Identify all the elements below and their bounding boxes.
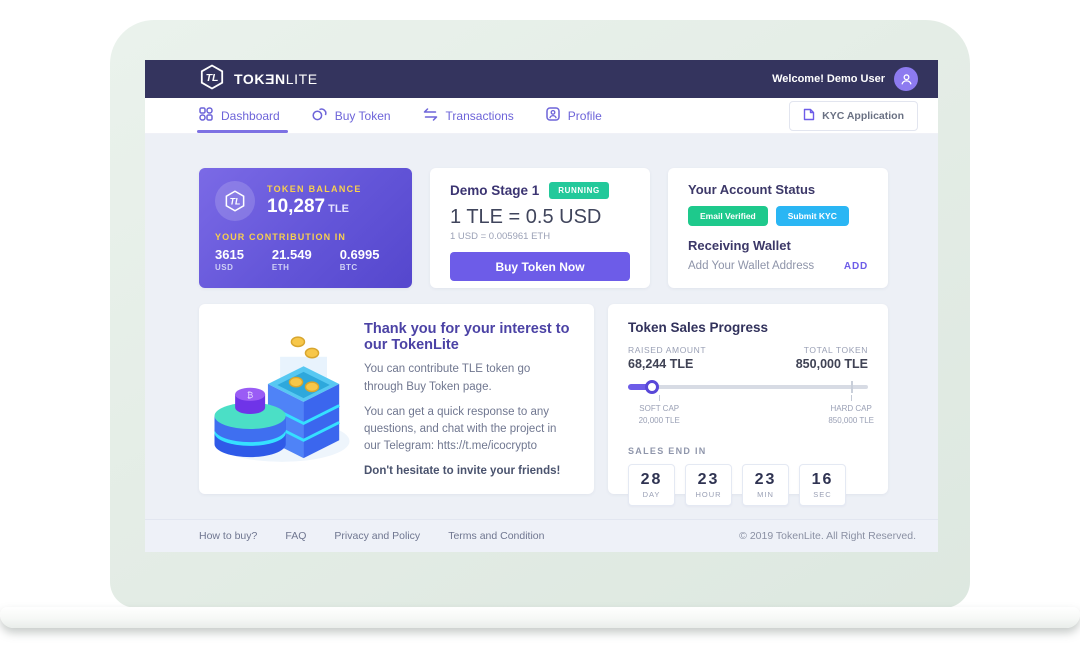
- raised-amount: RAISED AMOUNT 68,244 TLE: [628, 345, 706, 371]
- contribution-btc: 0.6995 BTC: [340, 247, 380, 272]
- hard-cap-track-tick: [851, 381, 853, 393]
- countdown-seconds: 16 SEC: [799, 464, 846, 506]
- stage-title: Demo Stage 1: [450, 183, 539, 198]
- receiving-wallet-title: Receiving Wallet: [688, 238, 868, 253]
- welcome-text: Welcome! Demo User: [772, 73, 885, 85]
- footer-link-terms[interactable]: Terms and Condition: [448, 530, 544, 542]
- detail-row: ₿ Thank you for your interest to our Tok…: [199, 304, 888, 494]
- brand-name: TOKƎNLITE: [234, 71, 318, 87]
- token-rate: 1 TLE = 0.5 USD: [450, 206, 630, 229]
- countdown-timer: 28 DAY 23 HOUR 23 MIN: [628, 464, 868, 506]
- dashboard-footer: How to buy? FAQ Privacy and Policy Terms…: [145, 519, 938, 552]
- nav-label: Transactions: [446, 109, 514, 123]
- dashboard-icon: [199, 107, 213, 124]
- contribution-eth: 21.549 ETH: [272, 247, 312, 272]
- nav-item-buy-token[interactable]: Buy Token: [312, 98, 391, 133]
- copyright-text: © 2019 TokenLite. All Right Reserved.: [739, 530, 916, 542]
- document-icon: [803, 108, 815, 124]
- summary-row: TL TOKEN BALANCE 10,287TLE YOUR CONTRIBU…: [199, 168, 888, 288]
- kyc-application-button[interactable]: KYC Application: [789, 101, 918, 131]
- coins-icon: [312, 107, 327, 124]
- footer-link-how-to-buy[interactable]: How to buy?: [199, 530, 257, 542]
- token-balance-amount: 10,287TLE: [267, 196, 362, 218]
- user-avatar-icon[interactable]: [894, 67, 918, 91]
- slider-track: [628, 385, 868, 389]
- nav-item-dashboard[interactable]: Dashboard: [199, 98, 280, 133]
- account-status-title: Your Account Status: [688, 182, 868, 197]
- laptop-base: [0, 607, 1080, 628]
- footer-link-privacy[interactable]: Privacy and Policy: [334, 530, 420, 542]
- contribution-usd: 3615 USD: [215, 247, 244, 272]
- token-stage-card: Demo Stage 1 RUNNING 1 TLE = 0.5 USD 1 U…: [430, 168, 650, 288]
- laptop-mockup: TL TOKƎNLITE Welcome! Demo User: [0, 0, 1080, 650]
- crypto-stack-illustration: ₿: [199, 324, 364, 474]
- add-wallet-link[interactable]: ADD: [844, 261, 868, 272]
- token-subrate: 1 USD = 0.005961 ETH: [450, 231, 630, 242]
- email-verified-badge: Email Verified: [688, 206, 768, 226]
- wallet-address-hint: Add Your Wallet Address: [688, 260, 814, 272]
- nav-label: Dashboard: [221, 109, 280, 123]
- account-status-card: Your Account Status Email Verified Submi…: [668, 168, 888, 288]
- soft-cap-caption: SOFT CAP 20,000 TLE: [624, 403, 694, 427]
- stage-status-badge: RUNNING: [549, 182, 609, 199]
- countdown-days: 28 DAY: [628, 464, 675, 506]
- user-menu[interactable]: Welcome! Demo User: [772, 67, 918, 91]
- nav-label: Profile: [568, 109, 602, 123]
- svg-text:TL: TL: [230, 197, 241, 207]
- token-balance-card: TL TOKEN BALANCE 10,287TLE YOUR CONTRIBU…: [199, 168, 412, 288]
- countdown-hours: 23 HOUR: [685, 464, 732, 506]
- nav-item-profile[interactable]: Profile: [546, 98, 602, 133]
- tokenlite-logo-icon: TL: [199, 64, 225, 95]
- soft-cap-tick: [659, 395, 660, 401]
- main-nav: Dashboard Buy Token: [145, 98, 938, 134]
- token-logo-badge-icon: TL: [215, 181, 255, 221]
- svg-text:₿: ₿: [247, 390, 253, 400]
- svg-text:TL: TL: [206, 72, 219, 84]
- laptop-screen-bezel: TL TOKƎNLITE Welcome! Demo User: [110, 20, 970, 608]
- token-sales-progress-card: Token Sales Progress RAISED AMOUNT 68,24…: [608, 304, 888, 494]
- thanks-invite-line: Don't hesitate to invite your friends!: [364, 465, 572, 477]
- dashboard-window: TL TOKƎNLITE Welcome! Demo User: [145, 60, 938, 552]
- sales-progress-slider: SOFT CAP 20,000 TLE HARD CAP 850,000 TLE: [628, 380, 868, 432]
- contribution-label: YOUR CONTRIBUTION IN: [215, 232, 396, 242]
- sales-end-label: SALES END IN: [628, 446, 868, 456]
- brand-logo[interactable]: TL TOKƎNLITE: [199, 64, 318, 95]
- nav-label: Buy Token: [335, 109, 391, 123]
- footer-link-faq[interactable]: FAQ: [285, 530, 306, 542]
- thanks-paragraph-1: You can contribute TLE token go through …: [364, 361, 572, 396]
- profile-icon: [546, 107, 560, 124]
- transfer-arrows-icon: [423, 108, 438, 124]
- welcome-message-card: ₿ Thank you for your interest to our Tok…: [199, 304, 594, 494]
- app-header: TL TOKƎNLITE Welcome! Demo User: [145, 60, 938, 98]
- hard-cap-tick: [851, 395, 852, 401]
- hard-cap-caption: HARD CAP 850,000 TLE: [816, 403, 886, 427]
- token-balance-label: TOKEN BALANCE: [267, 184, 362, 194]
- submit-kyc-badge[interactable]: Submit KYC: [776, 206, 849, 226]
- countdown-minutes: 23 MIN: [742, 464, 789, 506]
- kyc-button-label: KYC Application: [822, 110, 904, 122]
- dashboard-content: TL TOKEN BALANCE 10,287TLE YOUR CONTRIBU…: [145, 134, 938, 519]
- nav-item-transactions[interactable]: Transactions: [423, 98, 514, 133]
- buy-token-now-button[interactable]: Buy Token Now: [450, 252, 630, 281]
- thanks-paragraph-2: You can get a quick response to any ques…: [364, 404, 572, 456]
- slider-knob[interactable]: [645, 380, 659, 394]
- total-token: TOTAL TOKEN 850,000 TLE: [796, 345, 868, 371]
- thanks-title: Thank you for your interest to our Token…: [364, 321, 572, 353]
- progress-title: Token Sales Progress: [628, 320, 868, 335]
